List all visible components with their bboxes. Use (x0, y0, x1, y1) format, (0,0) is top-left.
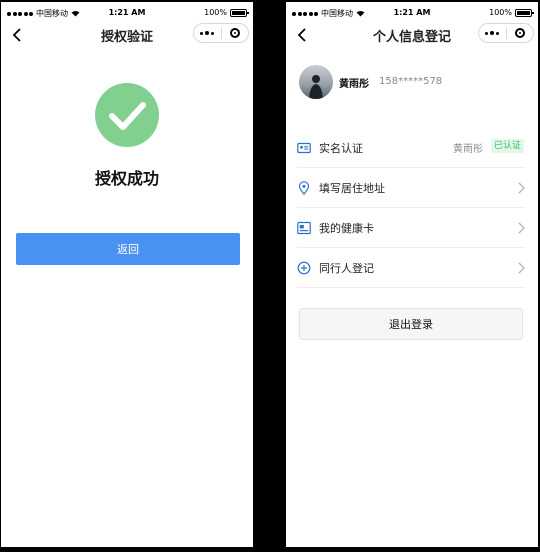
user-profile: 黄雨彤 158*****578 (299, 65, 528, 99)
authorization-screen: 中国移动 1:21 AM 100% 授权验证 授权成功 返回 (1, 2, 253, 547)
menu-item-label: 填写居住地址 (319, 182, 385, 195)
location-pin-icon (298, 181, 310, 195)
mini-program-capsule (193, 23, 249, 43)
close-button[interactable] (222, 28, 249, 38)
verified-badge: 已认证 (490, 139, 524, 153)
status-bar: 中国移动 1:21 AM 100% (286, 2, 538, 22)
menu-item-real-name-verification[interactable]: 实名认证 黄雨彤 已认证 (297, 128, 525, 168)
menu-item-label: 同行人登记 (319, 262, 374, 275)
more-dots-icon (490, 31, 495, 35)
logout-button[interactable]: 退出登录 (299, 308, 523, 340)
battery-percent: 100% (204, 8, 227, 17)
more-button[interactable] (194, 31, 221, 35)
target-icon (229, 28, 240, 38)
status-right: 100% (489, 8, 534, 17)
nav-bar: 个人信息登记 (286, 22, 538, 48)
menu-item-label: 我的健康卡 (319, 222, 374, 235)
nav-bar: 授权验证 (1, 22, 253, 48)
avatar (299, 65, 333, 99)
menu-list: 实名认证 黄雨彤 已认证 填写居住地址 我的健康卡 同行人登记 (297, 128, 525, 288)
chevron-right-icon (518, 182, 525, 194)
chevron-right-icon (518, 222, 525, 234)
user-phone: 158*****578 (379, 76, 443, 87)
more-dots-icon (205, 31, 210, 35)
health-card-icon (297, 221, 311, 235)
user-name: 黄雨彤 (339, 79, 369, 90)
mini-program-capsule (478, 23, 534, 43)
target-icon (514, 28, 525, 38)
personal-info-screen: 中国移动 1:21 AM 100% 个人信息登记 黄雨彤 158*****578… (286, 2, 538, 547)
chevron-right-icon (518, 262, 525, 274)
success-message: 授权成功 (94, 169, 159, 188)
battery-icon (230, 8, 249, 17)
menu-item-companion-registration[interactable]: 同行人登记 (297, 248, 525, 288)
menu-item-address[interactable]: 填写居住地址 (297, 168, 525, 208)
more-button[interactable] (479, 31, 506, 35)
return-button[interactable]: 返回 (16, 233, 240, 265)
battery-icon (515, 8, 534, 17)
plus-circle-icon (297, 261, 311, 275)
status-right: 100% (204, 8, 249, 17)
check-circle-icon (95, 83, 159, 147)
verified-name: 黄雨彤 (453, 144, 483, 155)
menu-item-label: 实名认证 (319, 142, 363, 155)
menu-item-health-card[interactable]: 我的健康卡 (297, 208, 525, 248)
status-bar: 中国移动 1:21 AM 100% (1, 2, 253, 22)
id-card-icon (297, 142, 311, 154)
close-button[interactable] (507, 28, 534, 38)
battery-percent: 100% (489, 8, 512, 17)
